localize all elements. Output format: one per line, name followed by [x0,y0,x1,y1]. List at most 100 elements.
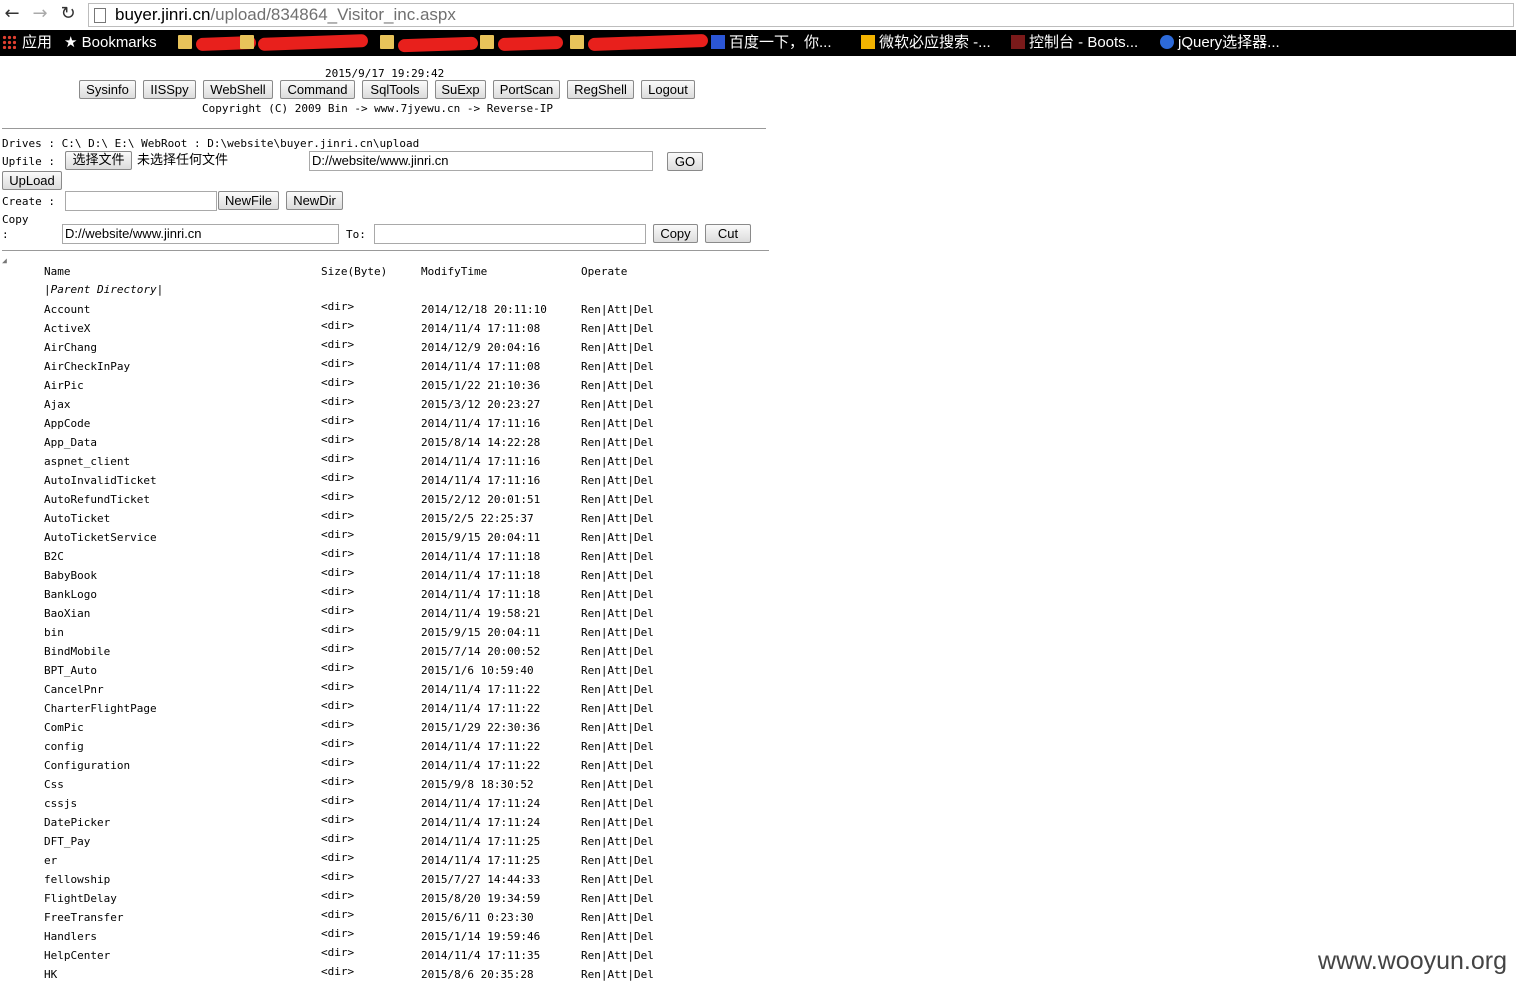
file-name-link[interactable]: er [44,854,57,867]
bookmark-redacted-3[interactable] [380,30,398,56]
rename-link[interactable]: Ren [581,474,601,487]
delete-link[interactable]: Del [634,341,654,354]
file-name-link[interactable]: DatePicker [44,816,110,829]
rename-link[interactable]: Ren [581,607,601,620]
rename-link[interactable]: Ren [581,645,601,658]
file-name-link[interactable]: AirChang [44,341,97,354]
file-name-link[interactable]: AppCode [44,417,90,430]
rename-link[interactable]: Ren [581,721,601,734]
delete-link[interactable]: Del [634,531,654,544]
delete-link[interactable]: Del [634,588,654,601]
rename-link[interactable]: Ren [581,531,601,544]
file-name-link[interactable]: BaoXian [44,607,90,620]
iisspy-button[interactable]: IISSpy [143,80,196,99]
file-name-link[interactable]: HelpCenter [44,949,110,962]
attribute-link[interactable]: Att [608,968,628,981]
delete-link[interactable]: Del [634,759,654,772]
rename-link[interactable]: Ren [581,854,601,867]
file-name-link[interactable]: bin [44,626,64,639]
attribute-link[interactable]: Att [608,664,628,677]
attribute-link[interactable]: Att [608,455,628,468]
rename-link[interactable]: Ren [581,569,601,582]
delete-link[interactable]: Del [634,474,654,487]
rename-link[interactable]: Ren [581,683,601,696]
delete-link[interactable]: Del [634,303,654,316]
delete-link[interactable]: Del [634,816,654,829]
delete-link[interactable]: Del [634,930,654,943]
file-name-link[interactable]: Account [44,303,90,316]
file-name-link[interactable]: Configuration [44,759,130,772]
attribute-link[interactable]: Att [608,930,628,943]
create-name-input[interactable] [65,191,217,211]
path-input[interactable]: D://website/www.jinri.cn [309,151,653,171]
delete-link[interactable]: Del [634,493,654,506]
delete-link[interactable]: Del [634,873,654,886]
delete-link[interactable]: Del [634,835,654,848]
parent-directory-link[interactable]: |Parent Directory| [44,283,163,296]
bookmark-console[interactable]: 控制台 - Boots... [1011,30,1138,56]
file-name-link[interactable]: FreeTransfer [44,911,123,924]
rename-link[interactable]: Ren [581,835,601,848]
attribute-link[interactable]: Att [608,607,628,620]
attribute-link[interactable]: Att [608,398,628,411]
delete-link[interactable]: Del [634,683,654,696]
rename-link[interactable]: Ren [581,930,601,943]
attribute-link[interactable]: Att [608,626,628,639]
file-name-link[interactable]: Css [44,778,64,791]
delete-link[interactable]: Del [634,721,654,734]
delete-link[interactable]: Del [634,949,654,962]
delete-link[interactable]: Del [634,379,654,392]
logout-button[interactable]: Logout [641,80,695,99]
copy-from-input[interactable]: D://website/www.jinri.cn [62,224,339,244]
attribute-link[interactable]: Att [608,740,628,753]
rename-link[interactable]: Ren [581,493,601,506]
file-name-link[interactable]: ActiveX [44,322,90,335]
regshell-button[interactable]: RegShell [567,80,634,99]
copy-to-input[interactable] [374,224,646,244]
file-name-link[interactable]: FlightDelay [44,892,117,905]
file-name-link[interactable]: AutoRefundTicket [44,493,150,506]
rename-link[interactable]: Ren [581,379,601,392]
attribute-link[interactable]: Att [608,379,628,392]
bookmark-bookmarks[interactable]: ★ Bookmarks [64,30,157,56]
attribute-link[interactable]: Att [608,759,628,772]
attribute-link[interactable]: Att [608,911,628,924]
file-name-link[interactable]: cssjs [44,797,77,810]
delete-link[interactable]: Del [634,968,654,981]
command-button[interactable]: Command [280,80,355,99]
rename-link[interactable]: Ren [581,873,601,886]
rename-link[interactable]: Ren [581,341,601,354]
delete-link[interactable]: Del [634,512,654,525]
file-name-link[interactable]: BPT_Auto [44,664,97,677]
delete-link[interactable]: Del [634,854,654,867]
rename-link[interactable]: Ren [581,322,601,335]
file-name-link[interactable]: aspnet_client [44,455,130,468]
file-name-link[interactable]: DFT_Pay [44,835,90,848]
attribute-link[interactable]: Att [608,493,628,506]
attribute-link[interactable]: Att [608,797,628,810]
attribute-link[interactable]: Att [608,778,628,791]
sysinfo-button[interactable]: Sysinfo [79,80,136,99]
rename-link[interactable]: Ren [581,892,601,905]
file-name-link[interactable]: config [44,740,84,753]
attribute-link[interactable]: Att [608,550,628,563]
rename-link[interactable]: Ren [581,664,601,677]
attribute-link[interactable]: Att [608,322,628,335]
delete-link[interactable]: Del [634,322,654,335]
file-name-link[interactable]: AirCheckInPay [44,360,130,373]
file-name-link[interactable]: CharterFlightPage [44,702,157,715]
rename-link[interactable]: Ren [581,417,601,430]
delete-link[interactable]: Del [634,664,654,677]
back-arrow-icon[interactable]: ← [2,4,22,24]
bookmark-jquery[interactable]: jQuery选择器... [1160,30,1280,56]
attribute-link[interactable]: Att [608,645,628,658]
rename-link[interactable]: Ren [581,303,601,316]
attribute-link[interactable]: Att [608,436,628,449]
file-name-link[interactable]: ComPic [44,721,84,734]
attribute-link[interactable]: Att [608,360,628,373]
attribute-link[interactable]: Att [608,854,628,867]
rename-link[interactable]: Ren [581,398,601,411]
delete-link[interactable]: Del [634,797,654,810]
go-button[interactable]: GO [667,152,703,171]
attribute-link[interactable]: Att [608,816,628,829]
